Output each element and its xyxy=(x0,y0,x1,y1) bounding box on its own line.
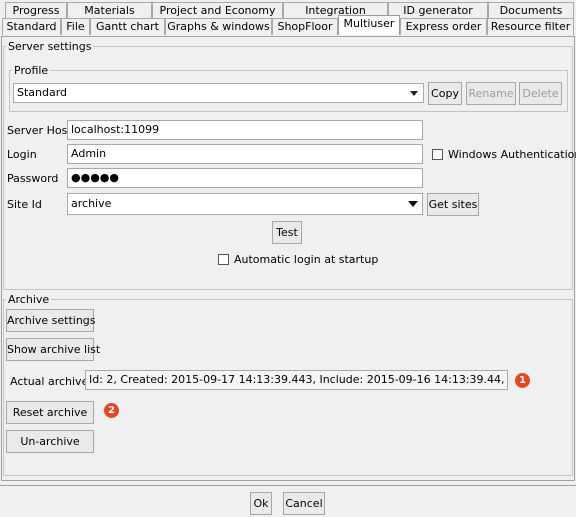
login-input[interactable]: Admin xyxy=(67,144,423,164)
automatic-login-label: Automatic login at startup xyxy=(234,253,379,266)
server-settings-legend: Server settings xyxy=(8,40,92,53)
tab-gantt-chart[interactable]: Gantt chart xyxy=(90,18,165,35)
delete-button[interactable]: Delete xyxy=(519,82,562,105)
profile-legend: Profile xyxy=(14,64,49,77)
tab-materials[interactable]: Materials xyxy=(67,2,152,19)
tab-documents[interactable]: Documents xyxy=(488,2,574,19)
profile-select-value: Standard xyxy=(17,86,68,99)
copy-button[interactable]: Copy xyxy=(428,82,462,105)
get-sites-button[interactable]: Get sites xyxy=(427,193,479,216)
actual-archive-value: Id: 2, Created: 2015-09-17 14:13:39.443,… xyxy=(85,370,508,390)
tab-file[interactable]: File xyxy=(61,18,90,35)
tab-graphs-and-windows[interactable]: Graphs & windows xyxy=(165,18,272,35)
callout-badge-2: 2 xyxy=(104,403,119,418)
tab-project-and-economy[interactable]: Project and Economy xyxy=(152,2,283,19)
tab-resource-filter[interactable]: Resource filter xyxy=(487,18,574,35)
reset-archive-button[interactable]: Reset archive xyxy=(6,401,94,424)
windows-authentication-checkbox[interactable] xyxy=(432,149,443,160)
tab-shopfloor[interactable]: ShopFloor xyxy=(272,18,338,35)
ok-button[interactable]: Ok xyxy=(250,492,272,515)
footer-separator xyxy=(0,485,576,486)
archive-settings-button[interactable]: Archive settings xyxy=(6,309,96,332)
server-host-label: Server Host xyxy=(7,124,72,137)
tab-multiuser[interactable]: Multiuser xyxy=(338,15,400,35)
archive-legend: Archive xyxy=(8,293,50,306)
chevron-down-icon xyxy=(407,194,419,214)
callout-badge-1: 1 xyxy=(515,373,530,388)
windows-authentication-label: Windows Authentication xyxy=(448,148,576,161)
site-id-label: Site Id xyxy=(7,198,42,211)
rename-button[interactable]: Rename xyxy=(466,82,516,105)
cancel-button[interactable]: Cancel xyxy=(283,492,325,515)
server-host-input[interactable]: localhost:11099 xyxy=(67,120,423,140)
password-label: Password xyxy=(7,172,59,185)
chevron-down-icon xyxy=(408,84,420,102)
password-input[interactable]: ●●●●● xyxy=(67,168,423,188)
automatic-login-checkbox[interactable] xyxy=(218,254,229,265)
tab-express-order[interactable]: Express order xyxy=(400,18,487,35)
tab-id-generator[interactable]: ID generator xyxy=(388,2,488,19)
login-label: Login xyxy=(7,148,37,161)
site-id-value: archive xyxy=(71,197,112,210)
show-archive-list-button[interactable]: Show archive list xyxy=(6,338,100,361)
tab-progress[interactable]: Progress xyxy=(5,2,67,19)
test-button[interactable]: Test xyxy=(272,221,302,244)
profile-select[interactable]: Standard xyxy=(13,83,424,103)
tab-standard[interactable]: Standard xyxy=(2,18,61,35)
site-id-select[interactable]: archive xyxy=(67,193,423,215)
unarchive-button[interactable]: Un-archive xyxy=(6,430,94,453)
actual-archive-label: Actual archive: xyxy=(10,375,93,388)
